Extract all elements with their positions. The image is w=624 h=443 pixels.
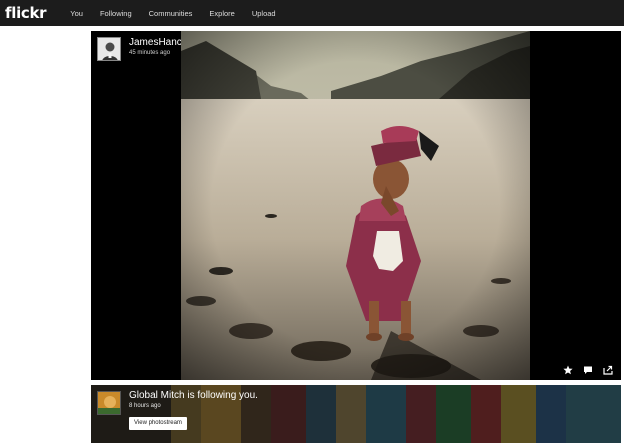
nav-upload[interactable]: Upload — [244, 9, 285, 18]
owner-avatar[interactable] — [97, 37, 121, 61]
nav-you[interactable]: You — [62, 9, 92, 18]
notification-time: 8 hours ago — [129, 403, 161, 409]
notification-title: Global Mitch is following you. — [129, 390, 258, 401]
comment-icon[interactable] — [583, 365, 593, 375]
nav-explore[interactable]: Explore — [201, 9, 243, 18]
follow-notification: Global Mitch is following you. 8 hours a… — [91, 385, 621, 443]
nav-following[interactable]: Following — [92, 9, 141, 18]
view-photostream-button[interactable]: View photostream — [129, 417, 187, 430]
nav-communities[interactable]: Communities — [141, 9, 202, 18]
photo-actions — [563, 365, 613, 375]
follower-avatar[interactable] — [97, 391, 121, 415]
photo-card: JamesHancox 45 minutes ago — [91, 31, 621, 380]
star-icon[interactable] — [563, 365, 573, 375]
flickr-logo[interactable]: flickr — [5, 4, 47, 22]
share-icon[interactable] — [603, 365, 613, 375]
top-nav-bar: flickr You Following Communities Explore… — [0, 0, 624, 26]
photo-owner: JamesHancox 45 minutes ago — [97, 37, 192, 61]
main-photo[interactable] — [181, 31, 530, 380]
